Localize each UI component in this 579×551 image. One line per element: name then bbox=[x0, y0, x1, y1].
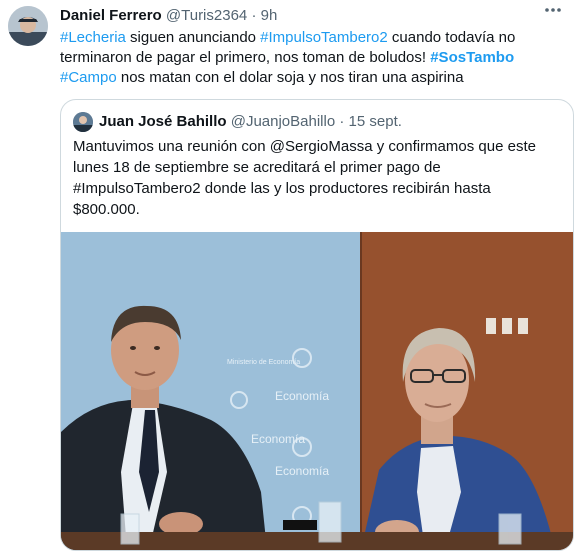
tweet-line-2: terminaron de pagar el primero, nos toma… bbox=[60, 48, 570, 68]
wall-text-ministerio: Ministerio de Economía bbox=[227, 359, 300, 366]
author-name[interactable]: Daniel Ferrero bbox=[60, 7, 162, 24]
author-handle[interactable]: @Turis2364 bbox=[166, 7, 247, 24]
more-dots-icon[interactable] bbox=[541, 2, 565, 22]
quote-author-name[interactable]: Juan José Bahillo bbox=[99, 113, 227, 130]
tweet-line-3: #Campo nos matan con el dolar soja y nos… bbox=[60, 68, 570, 88]
author-avatar[interactable] bbox=[8, 6, 48, 46]
tweet-text-segment: siguen anunciando bbox=[125, 29, 261, 46]
quote-text-line: lunes 18 de septiembre se acreditará el … bbox=[73, 159, 441, 176]
tweet-time[interactable]: 9h bbox=[261, 7, 278, 24]
quote-text-line: $800.000. bbox=[73, 201, 140, 218]
hashtag-sostambo[interactable]: #SosTambo bbox=[430, 49, 514, 66]
quote-date[interactable]: 15 sept. bbox=[349, 113, 402, 130]
quote-header: Juan José Bahillo @JuanjoBahillo · 15 se… bbox=[99, 112, 402, 132]
header-separator: · bbox=[251, 7, 257, 24]
tweet-line-1: #Lecheria siguen anunciando #ImpulsoTamb… bbox=[60, 28, 570, 48]
tweet-text-segment: nos matan con el dolar soja y nos tiran … bbox=[116, 69, 464, 86]
quote-author-handle[interactable]: @JuanjoBahillo bbox=[231, 113, 335, 130]
hashtag-impulsotambero2[interactable]: #ImpulsoTambero2 bbox=[260, 29, 388, 46]
quote-separator: · bbox=[339, 113, 345, 130]
wall-text-economia-3: Economía bbox=[275, 464, 329, 478]
quoted-tweet[interactable]: Juan José Bahillo @JuanjoBahillo · 15 se… bbox=[60, 99, 574, 551]
quote-text: Mantuvimos una reunión con @SergioMassa … bbox=[73, 136, 563, 220]
tweet-text: #Lecheria siguen anunciando #ImpulsoTamb… bbox=[60, 28, 570, 88]
tweet-text-segment: cuando todavía no bbox=[387, 29, 516, 46]
wall-text-economia-2: Economía bbox=[251, 432, 305, 446]
quote-text-line: #ImpulsoTambero2 donde las y los product… bbox=[73, 180, 491, 197]
tweet-header: Daniel Ferrero @Turis2364 · 9h bbox=[60, 6, 277, 26]
hashtag-campo[interactable]: #Campo bbox=[60, 69, 117, 86]
quote-author-avatar[interactable] bbox=[73, 112, 93, 132]
tweet-text-segment: terminaron de pagar el primero, nos toma… bbox=[60, 49, 431, 66]
quote-text-line: Mantuvimos una reunión con @SergioMassa … bbox=[73, 138, 536, 155]
hashtag-lecheria[interactable]: #Lecheria bbox=[60, 29, 126, 46]
wall-text-economia-1: Economía bbox=[275, 389, 329, 403]
quote-photo[interactable]: Ministerio de Economía Economía Economía… bbox=[61, 232, 573, 550]
